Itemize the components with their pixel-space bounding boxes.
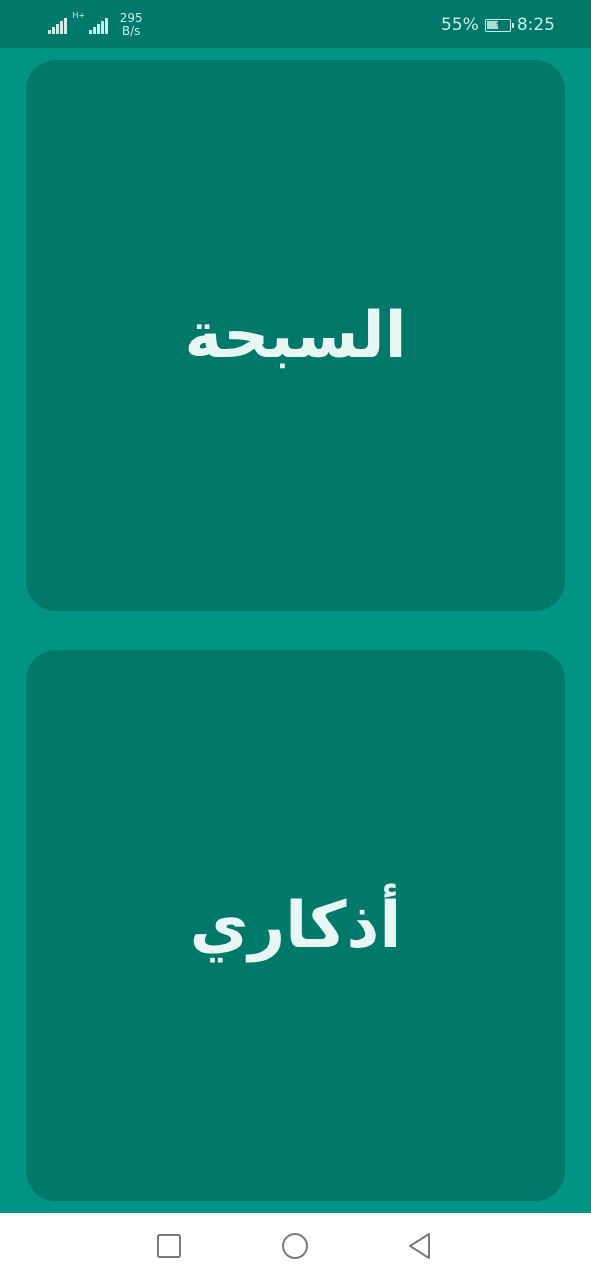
battery-percent: 55%	[441, 15, 479, 35]
recent-apps-icon	[157, 1234, 181, 1258]
network-speed-unit: B/s	[121, 24, 141, 38]
tasbeeh-card-label: السبحة	[184, 298, 407, 373]
status-left-group: H+ 295 B/s	[48, 10, 143, 40]
signal-icon	[48, 16, 67, 34]
network-type-label: H+	[72, 11, 86, 20]
signal-icon	[89, 16, 108, 34]
network-speed: 295 B/s	[120, 12, 143, 38]
back-button[interactable]	[405, 1231, 435, 1261]
recent-apps-button[interactable]	[154, 1231, 184, 1261]
charging-bolt-icon: ⚡	[494, 19, 501, 30]
navigation-bar	[0, 1213, 591, 1280]
azkar-card[interactable]: أذكاري	[26, 650, 565, 1201]
home-icon	[282, 1233, 308, 1259]
back-icon	[409, 1233, 430, 1259]
status-right-group: 55% ⚡ 8:25	[441, 12, 555, 38]
status-bar: H+ 295 B/s 55% ⚡ 8:25	[0, 0, 591, 48]
azkar-card-label: أذكاري	[189, 888, 402, 963]
tasbeeh-card[interactable]: السبحة	[26, 60, 565, 611]
clock: 8:25	[516, 15, 555, 35]
home-button[interactable]	[280, 1231, 310, 1261]
battery-charging-icon: ⚡	[484, 18, 514, 32]
